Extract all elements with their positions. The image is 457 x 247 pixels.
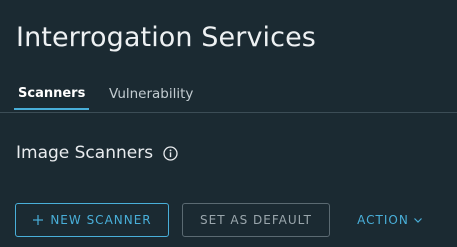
new-scanner-label: NEW SCANNER (50, 213, 152, 227)
tab-vulnerability[interactable]: Vulnerability (109, 86, 193, 102)
info-icon[interactable] (163, 145, 178, 161)
page-title: Interrogation Services (16, 22, 316, 53)
section-title: Image Scanners (16, 143, 154, 163)
action-label: ACTION (357, 213, 409, 227)
set-as-default-label: SET AS DEFAULT (200, 213, 312, 227)
new-scanner-button[interactable]: NEW SCANNER (15, 203, 169, 237)
tab-scanners[interactable]: Scanners (14, 86, 90, 110)
tab-bar: Scanners Vulnerability (0, 84, 457, 113)
plus-icon (32, 214, 44, 226)
chevron-down-icon (413, 215, 423, 225)
set-as-default-button[interactable]: SET AS DEFAULT (182, 203, 330, 237)
action-dropdown-button[interactable]: ACTION (347, 203, 433, 237)
section-heading: Image Scanners (16, 143, 178, 163)
